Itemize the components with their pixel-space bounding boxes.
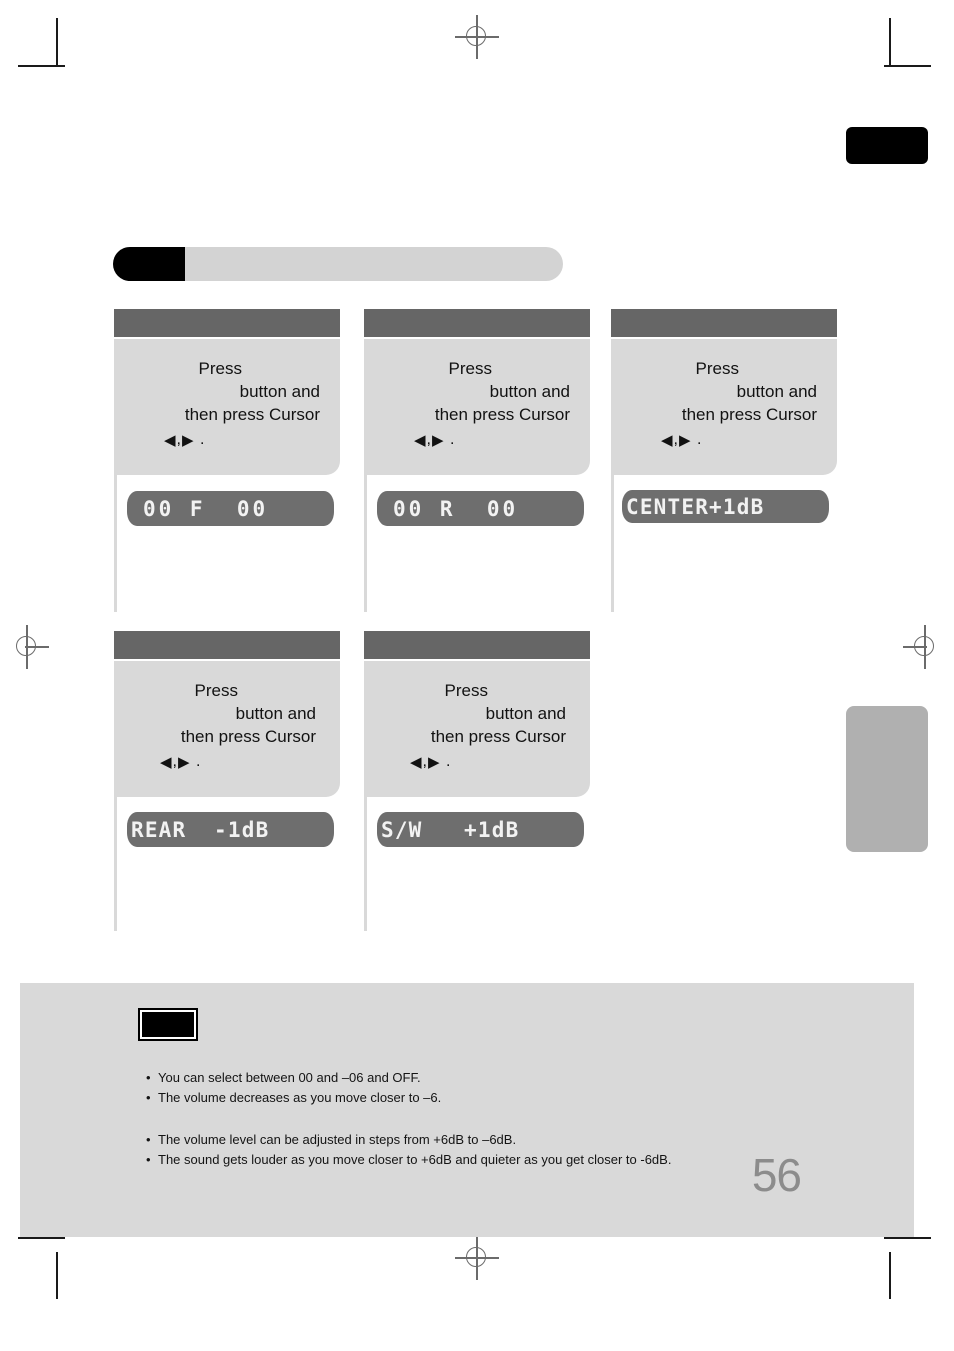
step-card-instruction: Press button and then press Cursor <box>114 679 326 748</box>
cursor-period: . <box>196 753 202 770</box>
registration-mark-top <box>455 15 499 59</box>
cursor-key-line: ◀,▶ . <box>114 753 326 771</box>
page-number: 56 <box>751 1149 802 1201</box>
cursor-left-icon: ◀ <box>410 754 423 771</box>
step-card-header <box>114 309 340 337</box>
bullet-icon: • <box>146 1090 151 1105</box>
bullet-icon: • <box>146 1152 151 1167</box>
step-card-header <box>114 631 340 659</box>
step-card-instruction: Press button and then press Cursor <box>611 357 823 426</box>
bullet-icon: • <box>146 1132 151 1147</box>
note-group-a: • You can select between 00 and –06 and O… <box>146 1068 886 1108</box>
instruction-line-3: then press Cursor <box>180 727 316 746</box>
note-text: The volume decreases as you move closer … <box>158 1090 442 1105</box>
lcd-display-text: REAR -1dB <box>131 817 270 842</box>
lcd-display-front-speaker: 00 F 00 <box>127 491 334 526</box>
note-text: The volume level can be adjusted in step… <box>158 1132 517 1147</box>
cursor-left-icon: ◀ <box>164 432 177 449</box>
step-card-body: Press button and then press Cursor ◀,▶ . <box>364 339 590 475</box>
cursor-period: . <box>697 431 703 448</box>
lcd-display-text: CENTER+1dB <box>626 494 765 519</box>
instruction-line-3: then press Cursor <box>681 405 817 424</box>
instruction-line-3: then press Cursor <box>184 405 320 424</box>
cursor-right-icon: ▶ <box>679 432 692 449</box>
note-item: • The volume level can be adjusted in ste… <box>146 1130 886 1150</box>
cursor-key-line: ◀,▶ . <box>364 431 576 449</box>
registration-mark-left <box>5 625 49 669</box>
registration-mark-bottom <box>455 1236 499 1280</box>
instruction-line-2: button and <box>736 382 817 401</box>
crop-mark-bottom-left-vertical <box>56 1252 58 1299</box>
crop-mark-top-right-horizontal <box>884 65 931 67</box>
step-card-header <box>364 631 590 659</box>
crop-mark-bottom-right-vertical <box>889 1252 891 1299</box>
lcd-display-subwoofer-level: S/W +1dB <box>377 812 584 847</box>
instruction-line-3: then press Cursor <box>430 727 566 746</box>
cursor-left-icon: ◀ <box>414 432 427 449</box>
cursor-right-icon: ▶ <box>182 432 195 449</box>
cursor-period: . <box>200 431 206 448</box>
crop-mark-top-left-vertical <box>56 18 58 65</box>
crop-mark-bottom-right-horizontal <box>884 1237 931 1239</box>
section-number-badge <box>113 247 185 281</box>
step-card-instruction: Press button and then press Cursor <box>114 357 326 426</box>
lcd-display-rear-speaker: 00 R 00 <box>377 491 584 526</box>
lcd-display-center-speaker: CENTER+1dB <box>622 490 829 523</box>
chapter-tab-marker <box>846 127 928 164</box>
instruction-line-2: button and <box>489 382 570 401</box>
cursor-right-icon: ▶ <box>432 432 445 449</box>
cursor-right-icon: ▶ <box>428 754 441 771</box>
step-card-stem <box>364 475 367 612</box>
instruction-line-1: Press <box>444 681 488 700</box>
lcd-display-text: 00 F 00 <box>143 496 269 521</box>
instruction-line-1: Press <box>448 359 492 378</box>
instruction-line-2: button and <box>239 382 320 401</box>
lcd-display-rear-level: REAR -1dB <box>127 812 334 847</box>
step-card-stem <box>114 475 117 612</box>
note-text: The sound gets louder as you move closer… <box>158 1152 672 1167</box>
note-item: • You can select between 00 and –06 and O… <box>146 1068 886 1088</box>
crop-mark-top-left-horizontal <box>18 65 65 67</box>
cursor-period: . <box>446 753 452 770</box>
bullet-icon: • <box>146 1070 151 1085</box>
crop-mark-bottom-left-horizontal <box>18 1237 65 1239</box>
step-card-body: Press button and then press Cursor ◀,▶ . <box>114 339 340 475</box>
cursor-period: . <box>450 431 456 448</box>
note-badge <box>138 1008 198 1041</box>
crop-mark-top-right-vertical <box>889 18 891 65</box>
note-item: • The volume decreases as you move closer… <box>146 1088 886 1108</box>
step-card-stem <box>114 797 117 931</box>
instruction-line-1: Press <box>194 681 238 700</box>
step-card-body: Press button and then press Cursor ◀,▶ . <box>114 661 340 797</box>
cursor-key-line: ◀,▶ . <box>114 431 326 449</box>
cursor-key-line: ◀,▶ . <box>364 753 576 771</box>
cursor-left-icon: ◀ <box>661 432 674 449</box>
instruction-line-3: then press Cursor <box>434 405 570 424</box>
instruction-line-1: Press <box>695 359 739 378</box>
manual-page: Press button and then press Cursor ◀,▶ .… <box>0 0 954 1351</box>
step-card-header <box>364 309 590 337</box>
instruction-line-2: button and <box>485 704 566 723</box>
instruction-line-1: Press <box>198 359 242 378</box>
step-card-stem <box>611 475 614 612</box>
side-index-tab <box>846 706 928 852</box>
section-title-bar <box>113 247 563 281</box>
step-card-body: Press button and then press Cursor ◀,▶ . <box>611 339 837 475</box>
cursor-right-icon: ▶ <box>178 754 191 771</box>
step-card-body: Press button and then press Cursor ◀,▶ . <box>364 661 590 797</box>
registration-mark-right <box>903 625 947 669</box>
step-card-stem <box>364 797 367 931</box>
cursor-key-line: ◀,▶ . <box>611 431 823 449</box>
lcd-display-text: 00 R 00 <box>393 496 519 521</box>
step-card-instruction: Press button and then press Cursor <box>364 679 576 748</box>
step-card-header <box>611 309 837 337</box>
note-text: You can select between 00 and –06 and OF… <box>158 1070 421 1085</box>
lcd-display-text: S/W +1dB <box>381 817 520 842</box>
instruction-line-2: button and <box>235 704 316 723</box>
cursor-left-icon: ◀ <box>160 754 173 771</box>
step-card-instruction: Press button and then press Cursor <box>364 357 576 426</box>
